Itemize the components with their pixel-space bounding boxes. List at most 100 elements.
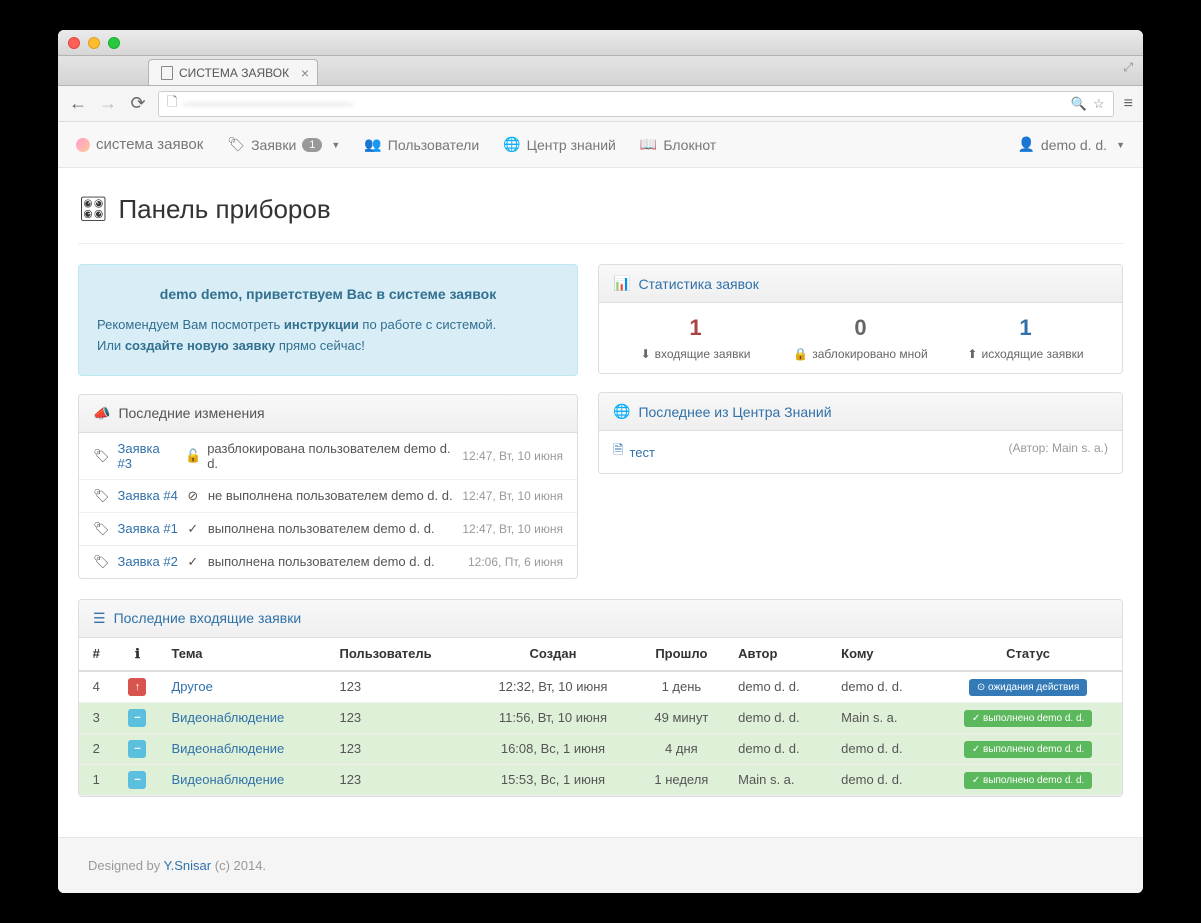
status-badge: ✓ выполнено demo d. d. bbox=[964, 772, 1092, 789]
change-text: выполнена пользователем demo d. d. bbox=[208, 521, 435, 536]
cell-elapsed: 1 неделя bbox=[635, 764, 729, 795]
cell-status: ✓ выполнено demo d. d. bbox=[934, 764, 1122, 795]
change-time: 12:06, Пт, 6 июня bbox=[468, 555, 563, 569]
cell-author: demo d. d. bbox=[728, 733, 831, 764]
ticket-row[interactable]: 1 − Видеонаблюдение 123 15:53, Вс, 1 июн… bbox=[79, 764, 1122, 795]
browser-window: СИСТЕМА ЗАЯВОК × ⤢ ← → ⟳ 🗋 —————————————… bbox=[58, 30, 1143, 893]
brand-text: система заявок bbox=[96, 136, 203, 153]
maximize-window-button[interactable] bbox=[108, 37, 120, 49]
topic-link[interactable]: Другое bbox=[172, 679, 213, 694]
recent-changes-panel: 📣 Последние изменения 🏷 Заявка #3 🔓 разб… bbox=[78, 394, 578, 579]
th-topic: Тема bbox=[162, 638, 330, 671]
stat-value: 0 bbox=[778, 315, 943, 341]
nav-tickets-badge: 1 bbox=[302, 138, 322, 152]
cell-topic: Видеонаблюдение bbox=[162, 764, 330, 795]
change-ticket-link[interactable]: Заявка #1 bbox=[118, 521, 178, 536]
welcome-line2: Или создайте новую заявку прямо сейчас! bbox=[97, 336, 559, 357]
chevron-down-icon: ▼ bbox=[1116, 140, 1125, 150]
browser-tab[interactable]: СИСТЕМА ЗАЯВОК × bbox=[148, 59, 318, 85]
cell-to: Main s. a. bbox=[831, 702, 934, 733]
stats-panel: 📊 Статистика заявок 1 ⬇ входящие заявки0… bbox=[598, 264, 1123, 374]
footer-author-link[interactable]: Y.Snisar bbox=[164, 858, 211, 873]
priority-badge: ↑ bbox=[128, 678, 146, 696]
tags-icon: 🏷 bbox=[227, 136, 245, 153]
th-elapsed: Прошло bbox=[635, 638, 729, 671]
nav-kb[interactable]: 🌐 Центр знаний bbox=[503, 136, 616, 153]
topic-link[interactable]: Видеонаблюдение bbox=[172, 772, 285, 787]
instructions-link[interactable]: инструкции bbox=[284, 317, 359, 332]
ticket-row[interactable]: 2 − Видеонаблюдение 123 16:08, Вс, 1 июн… bbox=[79, 733, 1122, 764]
nav-tickets[interactable]: 🏷 Заявки 1 ▼ bbox=[227, 136, 340, 153]
change-ticket-link[interactable]: Заявка #4 bbox=[118, 488, 178, 503]
incoming-heading: ☰ Последние входящие заявки bbox=[79, 600, 1122, 638]
change-ticket-link[interactable]: Заявка #3 bbox=[118, 441, 178, 471]
kb-item-link[interactable]: 🗎 тест bbox=[613, 441, 655, 463]
ticket-row[interactable]: 4 ↑ Другое 123 12:32, Вт, 10 июня 1 день… bbox=[79, 671, 1122, 703]
tab-close-icon[interactable]: × bbox=[301, 65, 309, 81]
cell-created: 11:56, Вт, 10 июня bbox=[471, 702, 634, 733]
incoming-tickets-table: # ℹ Тема Пользователь Создан Прошло Авто… bbox=[79, 638, 1122, 796]
kb-panel: 🌐 Последнее из Центра Знаний 🗎 тест (Авт… bbox=[598, 392, 1123, 474]
dashboard-icon: 🎛 bbox=[78, 195, 108, 224]
list-icon: ☰ bbox=[93, 610, 106, 627]
bullhorn-icon: 📣 bbox=[93, 405, 110, 422]
stats-heading: 📊 Статистика заявок bbox=[599, 265, 1122, 303]
cell-priority: − bbox=[113, 702, 161, 733]
main-content: 🎛 Панель приборов demo demo, приветствуе… bbox=[58, 168, 1143, 837]
bookmark-star-icon[interactable]: ☆ bbox=[1093, 96, 1105, 112]
book-icon: 📖 bbox=[640, 136, 657, 153]
page-title: 🎛 Панель приборов bbox=[78, 188, 1123, 244]
th-to: Кому bbox=[831, 638, 934, 671]
address-bar[interactable]: 🗋 ————————————— 🔍 ☆ bbox=[158, 91, 1114, 117]
incoming-tickets-panel: ☰ Последние входящие заявки # ℹ Тема Пол… bbox=[78, 599, 1123, 797]
minimize-window-button[interactable] bbox=[88, 37, 100, 49]
window-expand-icon[interactable]: ⤢ bbox=[1123, 60, 1133, 75]
page-title-text: Панель приборов bbox=[118, 194, 330, 225]
footer: Designed by Y.Snisar (c) 2014. bbox=[58, 837, 1143, 893]
nav-users-label: Пользователи bbox=[388, 137, 479, 153]
cell-elapsed: 4 дня bbox=[635, 733, 729, 764]
cell-priority: − bbox=[113, 733, 161, 764]
cell-status: ✓ выполнено demo d. d. bbox=[934, 702, 1122, 733]
page-icon: 🗋 bbox=[167, 93, 177, 115]
change-row: 🏷 Заявка #2 ✓ выполнена пользователем de… bbox=[79, 546, 577, 578]
ticket-row[interactable]: 3 − Видеонаблюдение 123 11:56, Вт, 10 ию… bbox=[79, 702, 1122, 733]
change-row: 🏷 Заявка #4 ⊘ не выполнена пользователем… bbox=[79, 480, 577, 513]
brand[interactable]: система заявок bbox=[76, 136, 203, 153]
welcome-panel: demo demo, приветствуем Вас в системе за… bbox=[78, 264, 578, 376]
create-ticket-link[interactable]: создайте новую заявку bbox=[125, 338, 275, 353]
traffic-lights bbox=[68, 37, 120, 49]
cell-to: demo d. d. bbox=[831, 671, 934, 703]
cell-elapsed: 49 минут bbox=[635, 702, 729, 733]
cell-author: Main s. a. bbox=[728, 764, 831, 795]
topic-link[interactable]: Видеонаблюдение bbox=[172, 741, 285, 756]
reload-button[interactable]: ⟳ bbox=[128, 93, 148, 114]
cell-author: demo d. d. bbox=[728, 702, 831, 733]
nav-user-menu[interactable]: 👤 demo d. d. ▼ bbox=[1017, 136, 1125, 153]
tab-title: СИСТЕМА ЗАЯВОК bbox=[179, 66, 289, 80]
priority-badge: − bbox=[128, 740, 146, 758]
forward-button[interactable]: → bbox=[98, 93, 118, 114]
th-user: Пользователь bbox=[329, 638, 471, 671]
search-icon[interactable]: 🔍 bbox=[1071, 96, 1087, 112]
close-window-button[interactable] bbox=[68, 37, 80, 49]
cell-user: 123 bbox=[329, 764, 471, 795]
globe-icon: 🌐 bbox=[613, 403, 630, 420]
status-badge: ✓ выполнено demo d. d. bbox=[964, 710, 1092, 727]
browser-menu-icon[interactable]: ≡ bbox=[1124, 95, 1133, 113]
nav-users[interactable]: 👥 Пользователи bbox=[364, 136, 479, 153]
url-text: ————————————— bbox=[183, 96, 352, 111]
cell-elapsed: 1 день bbox=[635, 671, 729, 703]
cell-num: 3 bbox=[79, 702, 113, 733]
nav-notepad[interactable]: 📖 Блокнот bbox=[640, 136, 716, 153]
change-ticket-link[interactable]: Заявка #2 bbox=[118, 554, 178, 569]
user-icon: 👤 bbox=[1017, 136, 1034, 153]
change-text: не выполнена пользователем demo d. d. bbox=[208, 488, 453, 503]
back-button[interactable]: ← bbox=[68, 93, 88, 114]
stat-item: 1 ⬆ исходящие заявки bbox=[943, 315, 1108, 361]
cell-author: demo d. d. bbox=[728, 671, 831, 703]
topic-link[interactable]: Видеонаблюдение bbox=[172, 710, 285, 725]
stat-label: ⬇ входящие заявки bbox=[613, 347, 778, 361]
tag-icon: 🏷 bbox=[93, 448, 110, 464]
tag-icon: 🏷 bbox=[93, 488, 110, 504]
